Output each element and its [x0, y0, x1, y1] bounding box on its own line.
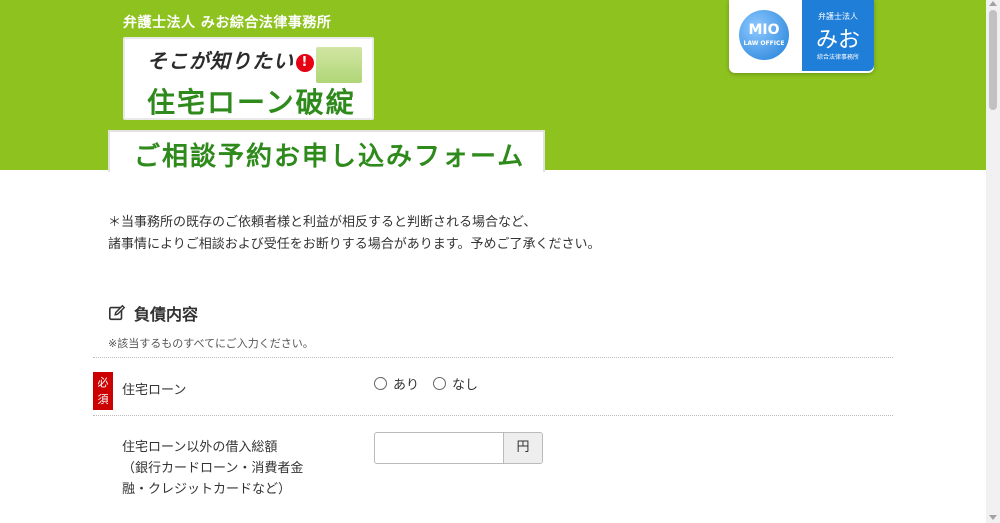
- mio-panel-bottom: 綜合法律事務所: [816, 54, 859, 61]
- other-debt-amount-group: 円: [374, 432, 543, 464]
- divider: [93, 357, 893, 358]
- section-note: ※該当するものすべてにご入力ください。: [108, 337, 314, 350]
- radio-label-no: なし: [452, 378, 479, 393]
- notice-line-1: ＊当事務所の既存のご依頼者様と利益が相反すると判断される場合など、: [108, 215, 537, 230]
- radio-button[interactable]: [374, 377, 387, 390]
- radio-button[interactable]: [433, 377, 447, 390]
- yen-unit-label: 円: [504, 432, 543, 464]
- radio-option-no[interactable]: なし: [433, 374, 478, 393]
- notice-text: ＊当事務所の既存のご依頼者様と利益が相反すると判断される場合など、 諸事情により…: [108, 212, 600, 256]
- section-heading: 負債内容: [108, 301, 198, 325]
- scrollbar-thumb[interactable]: [989, 10, 997, 110]
- other-debt-label-line-2: （銀行カードローン・消費者金: [122, 461, 304, 476]
- logo-title: 住宅ローン破綻: [147, 86, 356, 119]
- required-badge: 必須: [93, 372, 113, 410]
- other-debt-label-line-1: 住宅ローン以外の借入総額: [122, 440, 278, 455]
- site-logo[interactable]: そこが知りたい! 住宅ローン破綻: [123, 37, 374, 120]
- mio-name-panel: 弁護士法人 みお 綜合法律事務所: [802, 0, 874, 71]
- other-debt-label-line-3: 融・クレジットカードなど）: [122, 482, 292, 497]
- mio-circle-logo: MIO LAW OFFICE: [739, 10, 789, 60]
- housing-loan-label: 住宅ローン: [122, 383, 187, 398]
- scroll-down-arrow-icon[interactable]: [989, 515, 997, 520]
- vertical-scrollbar[interactable]: [986, 0, 1000, 523]
- divider: [93, 415, 893, 416]
- other-debt-amount-input[interactable]: [374, 432, 504, 464]
- section-title: 負債内容: [134, 305, 199, 324]
- exclamation-icon: !: [296, 53, 314, 72]
- mio-panel-top: 弁護士法人: [818, 12, 858, 21]
- mio-text: MIO: [748, 22, 780, 38]
- page-title: ご相談予約お申し込みフォーム: [134, 142, 526, 172]
- mio-logo-badge[interactable]: MIO LAW OFFICE 弁護士法人 みお 綜合法律事務所: [729, 0, 874, 73]
- other-debt-label: 住宅ローン以外の借入総額 （銀行カードローン・消費者金 融・クレジットカードなど…: [122, 437, 303, 500]
- notice-line-2: 諸事情によりご相談および受任をお断りする場合があります。予めご了承ください。: [108, 237, 601, 252]
- form-title-tab: ご相談予約お申し込みフォーム: [108, 130, 545, 172]
- pencil-square-icon: [108, 304, 126, 321]
- mio-subtext: LAW OFFICE: [743, 40, 785, 47]
- mio-panel-main: みお: [815, 28, 860, 53]
- logo-tagline: そこが知りたい!: [147, 45, 314, 74]
- scroll-up-arrow-icon[interactable]: [989, 1, 997, 6]
- radio-label-yes: あり: [393, 378, 420, 393]
- building-icon: [316, 47, 362, 83]
- firm-name: 弁護士法人 みお綜合法律事務所: [123, 15, 332, 31]
- radio-option-yes[interactable]: あり: [374, 374, 419, 393]
- housing-loan-radio-group: あり なし: [374, 374, 492, 393]
